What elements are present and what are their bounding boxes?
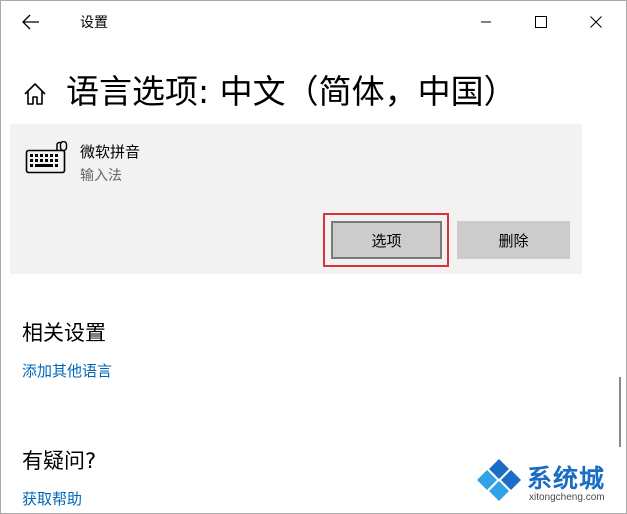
scrollbar-thumb[interactable] [619, 377, 621, 447]
keyboard-name: 微软拼音 [80, 143, 141, 161]
home-icon [24, 83, 46, 105]
back-button[interactable] [11, 5, 51, 39]
related-settings-heading: 相关设置 [22, 321, 106, 345]
delete-button[interactable]: 删除 [457, 221, 570, 259]
title-bar: 设置 [1, 1, 626, 43]
options-button[interactable]: 选项 [331, 221, 442, 259]
back-arrow-icon [22, 14, 39, 30]
page-title: 语言选项: 中文（简体，中国） [66, 72, 517, 111]
keyboard-type: 输入法 [80, 168, 122, 184]
watermark-logo-icon [475, 457, 523, 503]
watermark-text: 系统城 [527, 464, 606, 493]
maximize-button[interactable] [518, 1, 564, 43]
close-button[interactable] [573, 1, 619, 43]
settings-window: 设置 语言选项: 中文（简体，中国） 微软拼音 输入法 选项 删除 相关设置 添… [0, 0, 627, 514]
maximize-icon [535, 16, 547, 28]
add-language-link[interactable]: 添加其他语言 [22, 360, 112, 381]
close-icon [590, 16, 602, 28]
watermark-url: xitongcheng.com [529, 492, 605, 503]
question-heading: 有疑问? [22, 449, 97, 473]
minimize-button[interactable] [463, 1, 509, 43]
minimize-icon [481, 21, 491, 23]
watermark: 系统城 xitongcheng.com [473, 453, 623, 513]
window-title: 设置 [80, 15, 108, 31]
keyboard-icon [25, 141, 68, 174]
get-help-link[interactable]: 获取帮助 [22, 488, 82, 509]
home-button[interactable] [22, 81, 48, 107]
keyboard-panel[interactable]: 微软拼音 输入法 选项 删除 [10, 124, 582, 274]
